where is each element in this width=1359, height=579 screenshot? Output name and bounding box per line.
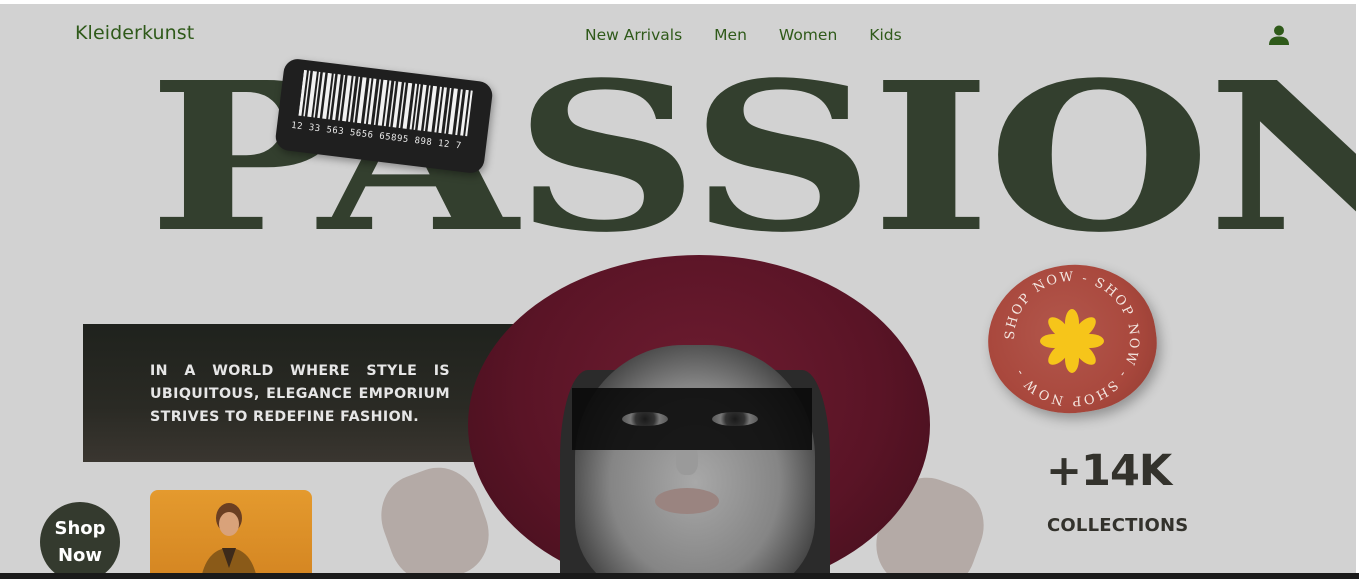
bottom-scrollbar — [0, 573, 1359, 579]
eye-bar — [572, 388, 812, 450]
shop-now-line2: Now — [57, 545, 103, 566]
page: Kleiderkunst New Arrivals Men Women Kids… — [0, 0, 1359, 579]
shop-now-line1: Shop — [54, 518, 106, 539]
male-model-image — [201, 503, 257, 579]
collections-label: COLLECTIONS — [1047, 515, 1189, 536]
top-edge — [0, 0, 1359, 4]
model-lips — [655, 488, 719, 514]
product-photo-card[interactable] — [150, 490, 312, 579]
model-eye-left — [622, 412, 668, 426]
hero-tagline: IN A WORLD WHERE STYLE IS UBIQUITOUS, EL… — [150, 363, 450, 425]
collections-count: +14K — [1046, 446, 1172, 496]
model-eye-right — [712, 412, 758, 426]
flower-icon — [1040, 309, 1104, 373]
shop-now-button[interactable]: Shop Now — [40, 502, 120, 579]
